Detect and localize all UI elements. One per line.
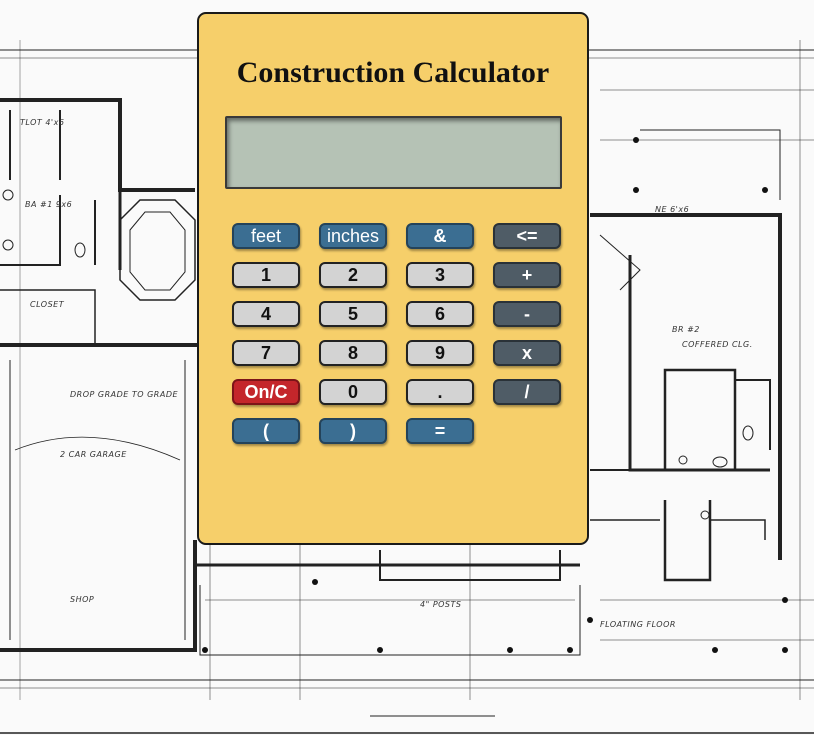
divide-button[interactable]: / <box>493 379 561 405</box>
on-clear-button[interactable]: On/C <box>232 379 300 405</box>
and-button[interactable]: & <box>406 223 474 249</box>
digit-6-button[interactable]: 6 <box>406 301 474 327</box>
minus-button[interactable]: - <box>493 301 561 327</box>
close-paren-button[interactable]: ) <box>319 418 387 444</box>
digit-8-button[interactable]: 8 <box>319 340 387 366</box>
blueprint-note: FLOATING FLOOR <box>600 620 676 629</box>
digit-7-button[interactable]: 7 <box>232 340 300 366</box>
digit-4-button[interactable]: 4 <box>232 301 300 327</box>
blueprint-note: NE 6'x6 <box>655 205 690 214</box>
open-paren-button[interactable]: ( <box>232 418 300 444</box>
digit-2-button[interactable]: 2 <box>319 262 387 288</box>
digit-9-button[interactable]: 9 <box>406 340 474 366</box>
calculator-title: Construction Calculator <box>236 56 550 89</box>
blueprint-note: SHOP <box>70 595 95 604</box>
blueprint-note: 4" POSTS <box>420 600 462 609</box>
multiply-button[interactable]: x <box>493 340 561 366</box>
blueprint-note: TLOT 4'x6 <box>20 118 65 127</box>
digit-3-button[interactable]: 3 <box>406 262 474 288</box>
inches-button[interactable]: inches <box>319 223 387 249</box>
plus-button[interactable]: + <box>493 262 561 288</box>
blueprint-note: BR #2 <box>672 325 700 334</box>
construction-calculator: Construction Calculator feet inches & <=… <box>197 12 589 545</box>
blueprint-note: CLOSET <box>30 300 65 309</box>
digit-1-button[interactable]: 1 <box>232 262 300 288</box>
blueprint-note: BA #1 9x6 <box>25 200 73 209</box>
feet-button[interactable]: feet <box>232 223 300 249</box>
digit-0-button[interactable]: 0 <box>319 379 387 405</box>
digit-5-button[interactable]: 5 <box>319 301 387 327</box>
blueprint-note: DROP GRADE TO GRADE <box>70 390 179 399</box>
calculator-display <box>225 116 562 189</box>
blueprint-note: COFFERED CLG. <box>682 340 753 349</box>
blueprint-note: 2 CAR GARAGE <box>60 450 127 459</box>
decimal-button[interactable]: . <box>406 379 474 405</box>
equals-button[interactable]: = <box>406 418 474 444</box>
backspace-button[interactable]: <= <box>493 223 561 249</box>
